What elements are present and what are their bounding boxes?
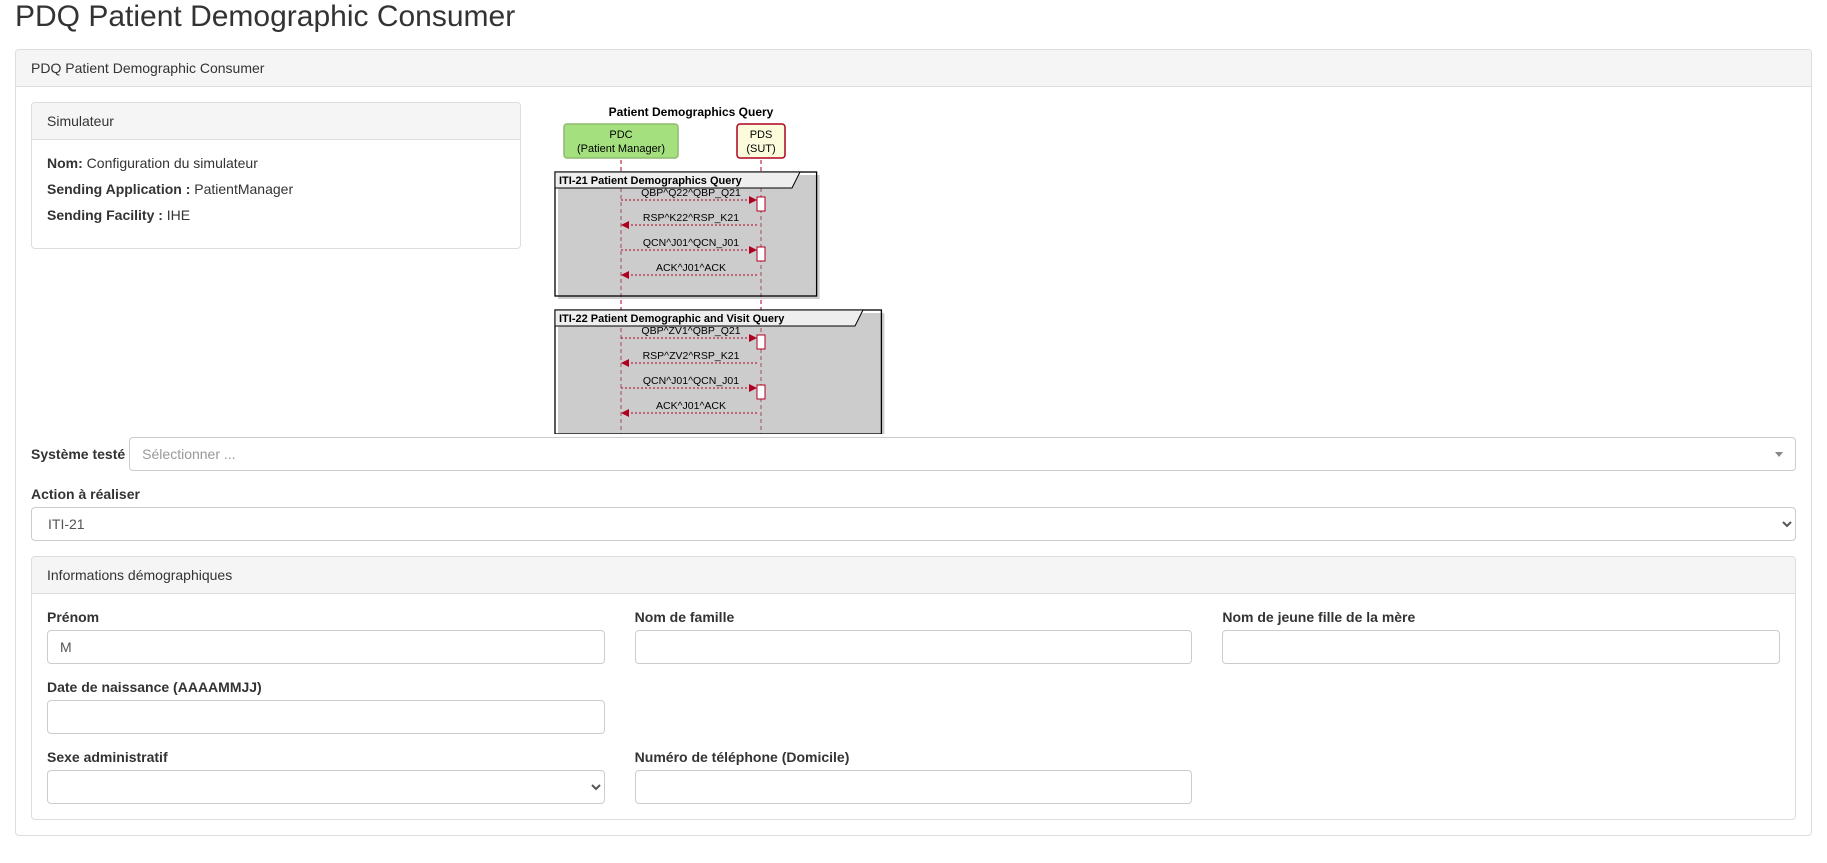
sim-sending-fac-row: Sending Facility : IHE — [47, 207, 505, 223]
svg-text:PDC: PDC — [609, 129, 632, 141]
sequence-diagram: Patient Demographics Query PDC (Patient Ma… — [551, 104, 911, 434]
phone-input[interactable] — [635, 770, 1193, 804]
svg-text:ACK^J01^ACK: ACK^J01^ACK — [656, 262, 726, 274]
svg-text:Patient Demographics Query: Patient Demographics Query — [609, 105, 774, 119]
svg-text:(Patient Manager): (Patient Manager) — [577, 143, 665, 155]
firstname-input[interactable] — [47, 630, 605, 664]
sim-sending-fac-label: Sending Facility : — [47, 207, 163, 223]
sim-name-label: Nom: — [47, 155, 83, 171]
svg-text:ITI-22 Patient Demographic and: ITI-22 Patient Demographic and Visit Que… — [559, 313, 785, 325]
action-label: Action à réaliser — [31, 486, 1796, 502]
sim-name-value: Configuration du simulateur — [87, 155, 258, 171]
page-title: PDQ Patient Demographic Consumer — [15, 0, 1812, 34]
dob-label: Date de naissance (AAAAMMJJ) — [47, 679, 605, 695]
svg-text:QBP^ZV1^QBP_Q21: QBP^ZV1^QBP_Q21 — [641, 325, 740, 337]
sex-label: Sexe administratif — [47, 749, 605, 765]
svg-text:RSP^ZV2^RSP_K21: RSP^ZV2^RSP_K21 — [643, 350, 740, 362]
sim-name-row: Nom: Configuration du simulateur — [47, 155, 505, 171]
sim-sending-app-value: PatientManager — [194, 181, 293, 197]
svg-text:ACK^J01^ACK: ACK^J01^ACK — [656, 400, 726, 412]
dob-input[interactable] — [47, 700, 605, 734]
main-panel: PDQ Patient Demographic Consumer Simulat… — [15, 49, 1812, 836]
sim-sending-fac-value: IHE — [167, 207, 190, 223]
main-panel-heading: PDQ Patient Demographic Consumer — [16, 50, 1811, 87]
svg-text:QCN^J01^QCN_J01: QCN^J01^QCN_J01 — [643, 375, 739, 387]
phone-label: Numéro de téléphone (Domicile) — [635, 749, 1193, 765]
mother-maiden-input[interactable] — [1222, 630, 1780, 664]
firstname-label: Prénom — [47, 609, 605, 625]
system-tested-placeholder: Sélectionner ... — [142, 446, 235, 462]
svg-text:(SUT): (SUT) — [746, 143, 775, 155]
sex-select[interactable] — [47, 770, 605, 804]
lastname-input[interactable] — [635, 630, 1193, 664]
system-tested-label: Système testé — [31, 446, 125, 462]
sim-sending-app-label: Sending Application : — [47, 181, 190, 197]
mother-maiden-label: Nom de jeune fille de la mère — [1222, 609, 1780, 625]
sim-sending-app-row: Sending Application : PatientManager — [47, 181, 505, 197]
lastname-label: Nom de famille — [635, 609, 1193, 625]
demographics-panel: Informations démographiques Prénom Nom d… — [31, 556, 1796, 820]
chevron-down-icon — [1775, 452, 1783, 457]
svg-text:PDS: PDS — [750, 129, 773, 141]
action-select[interactable]: ITI-21 — [31, 507, 1796, 541]
svg-text:ITI-21 Patient Demographics Qu: ITI-21 Patient Demographics Query — [559, 175, 743, 187]
system-tested-select[interactable]: Sélectionner ... — [129, 437, 1796, 471]
svg-text:QCN^J01^QCN_J01: QCN^J01^QCN_J01 — [643, 237, 739, 249]
simulator-heading: Simulateur — [32, 103, 520, 140]
simulator-panel: Simulateur Nom: Configuration du simulat… — [31, 102, 521, 249]
svg-text:RSP^K22^RSP_K21: RSP^K22^RSP_K21 — [643, 212, 739, 224]
demographics-heading: Informations démographiques — [32, 557, 1795, 594]
svg-text:QBP^Q22^QBP_Q21: QBP^Q22^QBP_Q21 — [641, 187, 741, 199]
